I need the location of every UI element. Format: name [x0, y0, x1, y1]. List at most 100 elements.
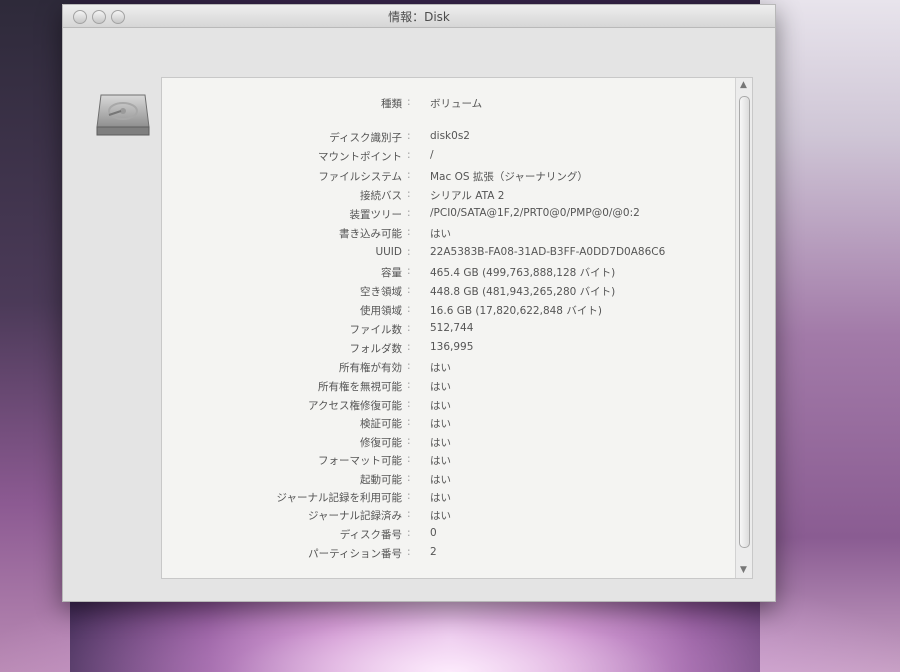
label-separator: :: [407, 453, 411, 465]
info-row: 装置ツリー: /PCI0/SATA@1F,2/PRT0@0/PMP@0/@0:2: [162, 207, 732, 225]
window-title: 情報：Disk: [388, 10, 450, 24]
label-separator: :: [407, 416, 411, 428]
info-value: はい: [430, 400, 451, 412]
label-separator: :: [407, 246, 411, 258]
info-label: ディスク番号: [339, 529, 402, 541]
info-row: 起動可能: はい: [162, 472, 732, 490]
info-label: パーティション番号: [308, 548, 402, 560]
scroll-up-icon[interactable]: ▲: [738, 80, 749, 91]
info-row: パーティション番号: 2: [162, 546, 732, 564]
info-value: 465.4 GB (499,763,888,128 バイト): [430, 267, 616, 279]
info-row: 修復可能: はい: [162, 435, 732, 453]
info-row: 所有権を無視可能: はい: [162, 379, 732, 397]
info-label: 種類: [381, 98, 402, 110]
info-value: シリアル ATA 2: [430, 190, 505, 202]
info-value: はい: [430, 437, 451, 449]
info-label: アクセス権修復可能: [308, 400, 402, 412]
info-label: 書き込み可能: [339, 228, 402, 240]
info-row: 空き領域: 448.8 GB (481,943,265,280 バイト): [162, 284, 732, 302]
info-label: 接続バス: [360, 190, 402, 202]
info-label: 使用領域: [360, 305, 402, 317]
info-label: ジャーナル記録済み: [308, 510, 402, 522]
label-separator: :: [407, 546, 411, 558]
info-label: 所有権が有効: [339, 362, 402, 374]
label-separator: :: [407, 96, 411, 108]
info-value: はい: [430, 510, 451, 522]
label-separator: :: [407, 169, 411, 181]
label-separator: :: [407, 379, 411, 391]
label-separator: :: [407, 265, 411, 277]
info-label: ファイル数: [349, 324, 403, 336]
info-row: フォルダ数: 136,995: [162, 341, 732, 359]
scroll-down-icon[interactable]: ▼: [738, 565, 749, 576]
info-row: ディスク番号: 0: [162, 527, 732, 545]
info-label: ジャーナル記録を利用可能: [276, 492, 402, 504]
info-row: 使用領域: 16.6 GB (17,820,622,848 バイト): [162, 303, 732, 321]
info-value: はい: [430, 362, 451, 374]
info-row: ディスク識別子: disk0s2: [162, 130, 732, 148]
label-separator: :: [407, 508, 411, 520]
info-value: はい: [430, 381, 451, 393]
label-separator: :: [407, 435, 411, 447]
info-row: ファイルシステム: Mac OS 拡張（ジャーナリング）: [162, 169, 732, 187]
info-label: ディスク識別子: [329, 132, 402, 144]
info-value: 136,995: [430, 341, 474, 353]
info-value: /PCI0/SATA@1F,2/PRT0@0/PMP@0/@0:2: [430, 207, 640, 219]
info-value: はい: [430, 474, 451, 486]
info-row: 所有権が有効: はい: [162, 360, 732, 378]
label-separator: :: [407, 341, 411, 353]
info-row: ジャーナル記録済み: はい: [162, 508, 732, 526]
info-label: 修復可能: [360, 437, 402, 449]
info-value: はい: [430, 455, 451, 467]
info-value: /: [430, 149, 434, 161]
info-value: 448.8 GB (481,943,265,280 バイト): [430, 286, 616, 298]
info-label: 装置ツリー: [349, 209, 403, 221]
info-row: UUID: 22A5383B-FA08-31AD-B3FF-A0DD7D0A86C…: [162, 246, 732, 264]
info-label: マウントポイント: [318, 151, 402, 163]
info-value: はい: [430, 492, 451, 504]
info-value: はい: [430, 228, 451, 240]
info-row: ファイル数: 512,744: [162, 322, 732, 340]
label-separator: :: [407, 360, 411, 372]
info-value: 512,744: [430, 322, 474, 334]
info-value: Mac OS 拡張（ジャーナリング）: [430, 171, 588, 183]
info-value: 22A5383B-FA08-31AD-B3FF-A0DD7D0A86C6: [430, 246, 666, 258]
label-separator: :: [407, 149, 411, 161]
label-separator: :: [407, 472, 411, 484]
label-separator: :: [407, 226, 411, 238]
info-label: 起動可能: [360, 474, 402, 486]
info-label: UUID: [375, 246, 402, 258]
info-label: 検証可能: [360, 418, 402, 430]
internal-hard-drive-icon: [93, 81, 153, 141]
info-row: 種類: ボリューム: [162, 96, 732, 114]
scrollbar-thumb[interactable]: [739, 96, 750, 548]
info-row: 接続バス: シリアル ATA 2: [162, 188, 732, 206]
label-separator: :: [407, 284, 411, 296]
info-window: 情報：Disk 種類: ボリューム ディスク識別子: disk0s2 マウントポイント:…: [62, 4, 776, 602]
label-separator: :: [407, 322, 411, 334]
info-row: 書き込み可能: はい: [162, 226, 732, 244]
vertical-scrollbar[interactable]: ▲ ▼: [735, 78, 752, 578]
info-row: 検証可能: はい: [162, 416, 732, 434]
info-value: 0: [430, 527, 437, 539]
label-separator: :: [407, 527, 411, 539]
info-value: ボリューム: [430, 98, 483, 110]
info-row: ジャーナル記録を利用可能: はい: [162, 490, 732, 508]
info-label: フォーマット可能: [318, 455, 402, 467]
info-row: 容量: 465.4 GB (499,763,888,128 バイト): [162, 265, 732, 283]
info-label: フォルダ数: [349, 343, 403, 355]
label-separator: :: [407, 398, 411, 410]
label-separator: :: [407, 188, 411, 200]
info-label: 所有権を無視可能: [318, 381, 402, 393]
info-value: disk0s2: [430, 130, 470, 142]
label-separator: :: [407, 490, 411, 502]
info-value: 2: [430, 546, 437, 558]
info-label: ファイルシステム: [318, 171, 402, 183]
info-row: マウントポイント: /: [162, 149, 732, 167]
info-value: 16.6 GB (17,820,622,848 バイト): [430, 305, 602, 317]
info-row: フォーマット可能: はい: [162, 453, 732, 471]
label-separator: :: [407, 207, 411, 219]
window-titlebar[interactable]: 情報：Disk: [63, 5, 775, 28]
info-value: はい: [430, 418, 451, 430]
info-label: 空き領域: [360, 286, 402, 298]
